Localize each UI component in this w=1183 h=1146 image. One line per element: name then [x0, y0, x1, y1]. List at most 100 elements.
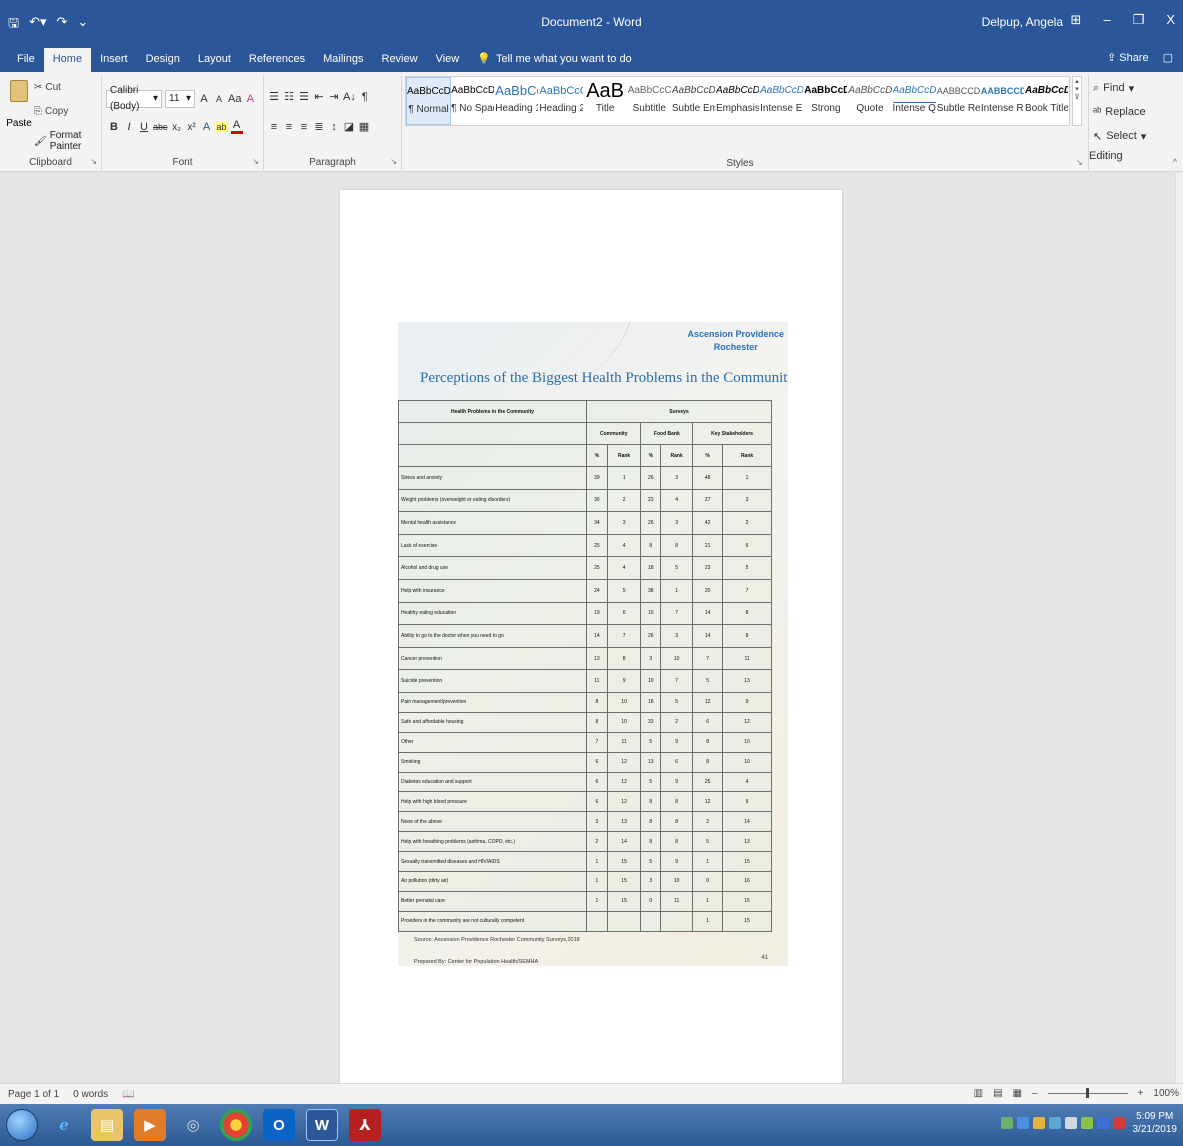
- clear-formatting-button[interactable]: A: [244, 93, 256, 105]
- style-subtitle[interactable]: AaBbCcC Subtitle: [628, 77, 672, 125]
- restore-button[interactable]: ❐: [1133, 12, 1145, 28]
- internet-explorer-icon[interactable]: e: [48, 1109, 80, 1141]
- print-layout-icon[interactable]: ▤: [993, 1088, 1002, 1099]
- tray-app-icon[interactable]: [1096, 1117, 1109, 1129]
- zoom-slider[interactable]: [1047, 1088, 1128, 1098]
- start-button[interactable]: [6, 1109, 38, 1141]
- style-heading-2[interactable]: AaBbCcC Heading 2: [539, 77, 583, 125]
- proofing-icon[interactable]: 📖: [122, 1089, 134, 1100]
- bold-button[interactable]: B: [108, 121, 120, 133]
- font-family-combo[interactable]: Calibri (Body) ▾: [106, 85, 162, 112]
- grow-font-button[interactable]: A: [198, 93, 210, 105]
- borders-icon[interactable]: ▦: [358, 120, 370, 133]
- tab-insert[interactable]: Insert: [91, 48, 137, 72]
- bullets-icon[interactable]: ☰: [268, 90, 280, 103]
- change-case-button[interactable]: Aa: [228, 93, 241, 105]
- font-size-combo[interactable]: 11 ▾: [165, 90, 195, 108]
- cut-button[interactable]: ✂ Cut: [34, 82, 61, 93]
- tab-design[interactable]: Design: [137, 48, 189, 72]
- zoom-level[interactable]: 100%: [1153, 1088, 1179, 1099]
- increase-indent-icon[interactable]: ⇥: [328, 90, 340, 103]
- chrome-icon[interactable]: [220, 1109, 252, 1141]
- show-formatting-button[interactable]: ¶: [359, 91, 371, 103]
- comments-icon[interactable]: ▢: [1163, 51, 1173, 64]
- tab-references[interactable]: References: [240, 48, 314, 72]
- tray-app-icon[interactable]: [1080, 1117, 1093, 1129]
- font-color-button[interactable]: A: [230, 120, 243, 134]
- tray-app-icon[interactable]: [1112, 1117, 1125, 1129]
- line-spacing-icon[interactable]: ↕: [328, 121, 340, 133]
- tell-me-box[interactable]: 💡 Tell me what you want to do: [468, 48, 640, 72]
- tab-home[interactable]: Home: [43, 48, 92, 72]
- style-normal[interactable]: AaBbCcDc ¶ Normal: [406, 77, 452, 125]
- numbering-icon[interactable]: ☷: [283, 90, 295, 103]
- word-count[interactable]: 0 words: [73, 1089, 108, 1100]
- spiral-app-icon[interactable]: ◎: [177, 1109, 209, 1141]
- style-intense-q[interactable]: AaBbCcDcIntense Q...: [892, 77, 937, 125]
- style-subtle-em[interactable]: AaBbCcDc Subtle Em...: [672, 77, 716, 125]
- outlook-icon[interactable]: O: [263, 1109, 295, 1141]
- style-strong[interactable]: AaBbCcDc Strong: [804, 77, 848, 125]
- align-left-icon[interactable]: ≡: [268, 121, 280, 133]
- shrink-font-button[interactable]: A: [213, 94, 225, 104]
- user-name[interactable]: Delpup, Angela: [982, 15, 1063, 29]
- clipboard-launcher-icon[interactable]: ↘: [90, 157, 97, 166]
- paste-button[interactable]: Paste: [6, 80, 32, 129]
- tab-layout[interactable]: Layout: [189, 48, 240, 72]
- replace-button[interactable]: ᵃᵇ Replace: [1093, 100, 1148, 124]
- close-button[interactable]: X: [1166, 12, 1175, 28]
- system-clock[interactable]: 5:09 PM 3/21/2019: [1133, 1110, 1178, 1136]
- volume-icon[interactable]: [1064, 1117, 1077, 1129]
- ribbon-display-options-icon[interactable]: ⊞: [1071, 12, 1082, 28]
- superscript-button[interactable]: x²: [186, 122, 198, 133]
- text-effects-button[interactable]: A: [201, 121, 213, 133]
- page-count[interactable]: Page 1 of 1: [8, 1089, 59, 1100]
- style-emphasis[interactable]: AaBbCcDc Emphasis: [716, 77, 760, 125]
- styles-scroll[interactable]: ▴ ▾ ⊽: [1072, 76, 1082, 126]
- style-no-spac[interactable]: AaBbCcDc ¶ No Spac...: [451, 77, 495, 125]
- style-book-title[interactable]: AaBbCcDc Book Title: [1025, 77, 1069, 125]
- read-mode-icon[interactable]: ▥: [974, 1088, 983, 1099]
- style-subtle-ref[interactable]: AABBCCDC Subtle Ref...: [937, 77, 981, 125]
- italic-button[interactable]: I: [123, 121, 135, 133]
- align-center-icon[interactable]: ≡: [283, 121, 295, 133]
- multilevel-list-icon[interactable]: ☰: [298, 90, 310, 103]
- font-launcher-icon[interactable]: ↘: [252, 157, 259, 166]
- shading-icon[interactable]: ◪: [343, 120, 355, 133]
- media-app-icon[interactable]: ▶: [134, 1109, 166, 1141]
- zoom-in-button[interactable]: +: [1138, 1088, 1144, 1099]
- minimize-button[interactable]: –: [1103, 12, 1110, 28]
- tray-network-icon[interactable]: [1016, 1117, 1029, 1129]
- share-button[interactable]: ⇪ Share: [1107, 51, 1149, 64]
- find-button[interactable]: ⌕ Find ▾: [1093, 76, 1148, 100]
- subscript-button[interactable]: x₂: [171, 122, 183, 133]
- justify-icon[interactable]: ≣: [313, 120, 325, 133]
- underline-button[interactable]: U: [138, 121, 150, 133]
- style-title[interactable]: AaB Title: [584, 77, 628, 125]
- tray-app-icon[interactable]: [1000, 1117, 1013, 1129]
- style-heading-1[interactable]: AaBbCc Heading 1: [495, 77, 539, 125]
- strikethrough-button[interactable]: abc: [153, 122, 168, 132]
- copy-button[interactable]: ⎘ Copy: [34, 106, 68, 117]
- style-intense-re[interactable]: AABBCCDC Intense Re...: [981, 77, 1025, 125]
- tray-app-icon[interactable]: [1048, 1117, 1061, 1129]
- collapse-ribbon-icon[interactable]: ^: [1173, 157, 1177, 167]
- vertical-scrollbar[interactable]: [1175, 173, 1183, 1083]
- web-layout-icon[interactable]: ▦: [1013, 1088, 1022, 1099]
- decrease-indent-icon[interactable]: ⇤: [313, 90, 325, 103]
- tab-mailings[interactable]: Mailings: [314, 48, 372, 72]
- format-painter-button[interactable]: 🖌 Format Painter: [34, 130, 101, 152]
- style-quote[interactable]: AaBbCcDc Quote: [848, 77, 892, 125]
- paragraph-launcher-icon[interactable]: ↘: [390, 157, 397, 166]
- style-intense-e[interactable]: AaBbCcDc Intense E...: [760, 77, 804, 125]
- tab-file[interactable]: File: [8, 48, 44, 72]
- acrobat-icon[interactable]: ⅄: [349, 1109, 381, 1141]
- tab-review[interactable]: Review: [373, 48, 427, 72]
- word-icon[interactable]: W: [306, 1109, 338, 1141]
- tray-app-icon[interactable]: [1032, 1117, 1045, 1129]
- tab-view[interactable]: View: [427, 48, 469, 72]
- zoom-out-button[interactable]: –: [1032, 1088, 1038, 1099]
- sort-button[interactable]: A↓: [343, 91, 356, 103]
- file-explorer-icon[interactable]: ▤: [91, 1109, 123, 1141]
- embedded-picture[interactable]: Ascension Providence Rochester Perceptio…: [398, 322, 788, 966]
